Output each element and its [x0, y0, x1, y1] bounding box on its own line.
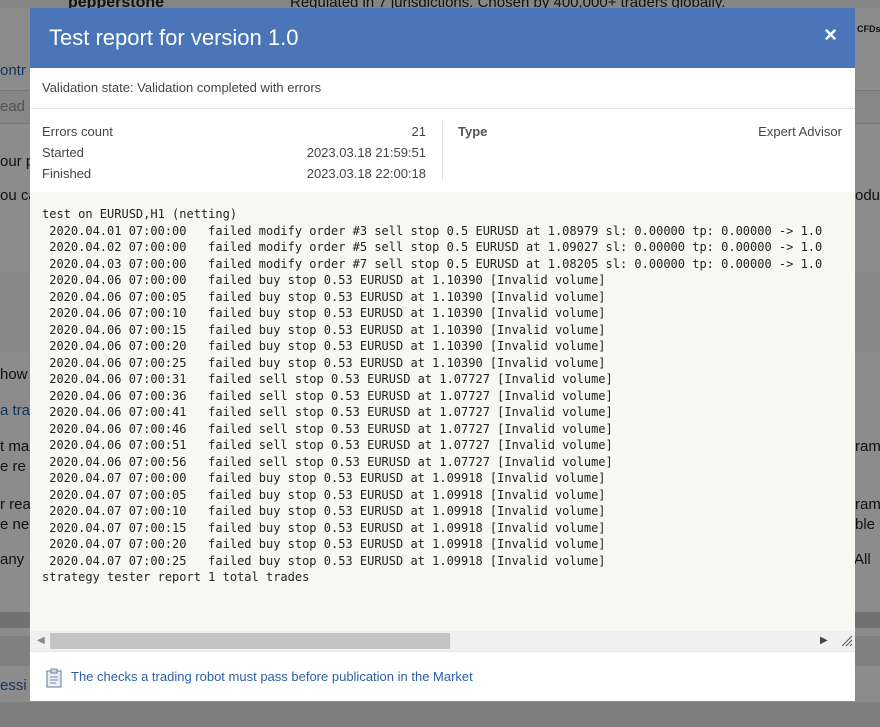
log-line: 2020.04.07 07:00:15 failed buy stop 0.53… [42, 520, 606, 535]
finished-value: 2023.03.18 22:00:18 [306, 166, 426, 181]
scrollbar-thumb[interactable] [50, 633, 450, 649]
log-line: 2020.04.06 07:00:25 failed buy stop 0.53… [42, 355, 606, 370]
log-line: 2020.04.06 07:00:15 failed buy stop 0.53… [42, 322, 606, 337]
test-log[interactable]: test on EURUSD,H1 (netting) 2020.04.01 0… [30, 192, 855, 632]
log-line: 2020.04.06 07:00:46 failed sell stop 0.5… [42, 421, 613, 436]
log-line: 2020.04.06 07:00:05 failed buy stop 0.53… [42, 289, 606, 304]
log-line: 2020.04.06 07:00:41 failed sell stop 0.5… [42, 405, 613, 419]
log-line: 2020.04.02 07:00:00 failed modify order … [42, 240, 823, 254]
log-line: 2020.04.01 07:00:00 failed modify order … [42, 223, 823, 238]
test-report-dialog: Test report for version 1.0 × Validation… [30, 8, 855, 701]
type-value: Expert Advisor [758, 124, 842, 139]
log-line: 2020.04.06 07:00:20 failed buy stop 0.53… [42, 339, 606, 353]
log-line: 2020.04.06 07:00:56 failed sell stop 0.5… [42, 454, 613, 469]
resize-grip-icon[interactable] [841, 635, 853, 647]
horizontal-scrollbar[interactable]: ◀ ▶ [30, 631, 855, 651]
dialog-title: Test report for version 1.0 [49, 25, 299, 50]
started-value: 2023.03.18 21:59:51 [306, 145, 426, 160]
summary-divider [442, 121, 443, 181]
scroll-left-icon[interactable]: ◀ [37, 635, 45, 646]
market-checks-link[interactable]: The checks a trading robot must pass bef… [71, 669, 473, 684]
log-line: 2020.04.06 07:00:51 failed sell stop 0.5… [42, 438, 613, 452]
log-line: strategy tester report 1 total trades [42, 570, 310, 584]
report-summary: Errors count 21 Started 2023.03.18 21:59… [30, 109, 855, 194]
log-line: 2020.04.03 07:00:00 failed modify order … [42, 256, 823, 271]
type-label: Type [458, 124, 488, 139]
log-line: 2020.04.07 07:00:05 failed buy stop 0.53… [42, 487, 606, 502]
log-line: 2020.04.07 07:00:20 failed buy stop 0.53… [42, 537, 606, 551]
summary-stats: Errors count 21 Started 2023.03.18 21:59… [42, 121, 426, 184]
finished-row: Finished 2023.03.18 22:00:18 [42, 163, 426, 184]
log-line: 2020.04.06 07:00:00 failed buy stop 0.53… [42, 273, 606, 287]
log-line: 2020.04.06 07:00:10 failed buy stop 0.53… [42, 306, 606, 320]
clipboard-icon [46, 668, 62, 688]
log-line: 2020.04.07 07:00:10 failed buy stop 0.53… [42, 504, 606, 518]
validation-state: Validation state: Validation completed w… [30, 68, 855, 109]
errors-count-value: 21 [411, 124, 426, 139]
type-row: Type Expert Advisor [458, 121, 842, 142]
errors-count-label: Errors count [42, 124, 113, 139]
log-line: 2020.04.07 07:00:00 failed buy stop 0.53… [42, 471, 606, 485]
log-line: 2020.04.07 07:00:25 failed buy stop 0.53… [42, 553, 606, 568]
log-lines: test on EURUSD,H1 (netting) 2020.04.01 0… [42, 206, 822, 586]
errors-count-row: Errors count 21 [42, 121, 426, 142]
log-line: 2020.04.06 07:00:36 failed sell stop 0.5… [42, 388, 613, 403]
close-icon[interactable]: × [824, 24, 837, 46]
log-line: 2020.04.06 07:00:31 failed sell stop 0.5… [42, 372, 613, 386]
started-row: Started 2023.03.18 21:59:51 [42, 142, 426, 163]
finished-label: Finished [42, 166, 92, 181]
started-label: Started [42, 145, 84, 160]
dialog-header: Test report for version 1.0 × [30, 8, 855, 68]
scroll-right-icon[interactable]: ▶ [820, 635, 828, 646]
log-line: test on EURUSD,H1 (netting) [42, 207, 238, 221]
dialog-footer: The checks a trading robot must pass bef… [30, 651, 855, 702]
